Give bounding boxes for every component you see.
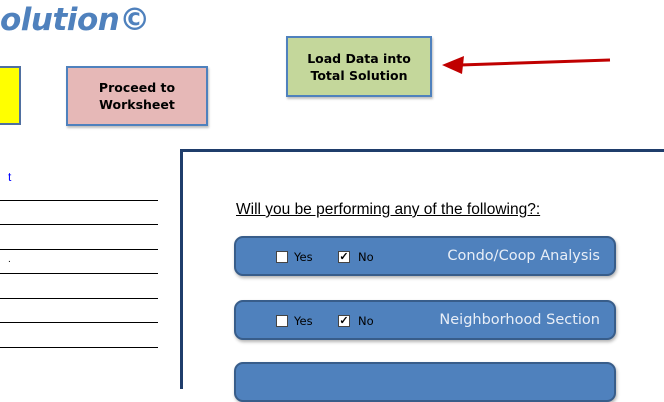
option-title: Neighborhood Section [439,312,600,328]
no-label: No [358,250,374,264]
proceed-to-worksheet-button[interactable]: Proceed to Worksheet [66,66,208,126]
list-item [0,323,158,348]
yes-label: Yes [294,314,313,328]
option-neighborhood: Yes ✓ No Neighborhood Section [234,300,616,340]
list-item [0,225,158,250]
load-data-button[interactable]: Load Data into Total Solution [286,36,432,97]
option-third-partial [234,362,616,402]
load-label-line1: Load Data into [307,50,411,66]
list-item [0,201,158,225]
red-arrow-icon [442,56,611,74]
app-title: olution© [0,2,150,38]
list-marker: . [8,253,11,265]
list-item [0,299,158,323]
list-link[interactable]: t [8,170,11,184]
proceed-label-line1: Proceed to [98,80,176,95]
load-button-label: Load Data into Total Solution [307,50,411,84]
no-label: No [358,314,374,328]
option-condo-coop: Yes ✓ No Condo/Coop Analysis [234,236,616,276]
yes-checkbox[interactable] [276,315,288,327]
proceed-label-line2: Worksheet [99,97,175,112]
yes-checkbox[interactable] [276,251,288,263]
yes-label: Yes [294,250,313,264]
list-item [0,274,158,299]
option-title: Condo/Coop Analysis [447,248,600,264]
load-label-line2: Total Solution [310,67,408,83]
no-checkbox[interactable]: ✓ [338,251,350,263]
question-text: Will you be performing any of the follow… [236,201,541,218]
no-checkbox[interactable]: ✓ [338,315,350,327]
proceed-button-label: Proceed to Worksheet [99,79,175,113]
list-item: t [0,170,158,201]
list-item: . [0,250,158,274]
left-list: t . [0,170,158,348]
yellow-action-button[interactable] [0,66,21,125]
